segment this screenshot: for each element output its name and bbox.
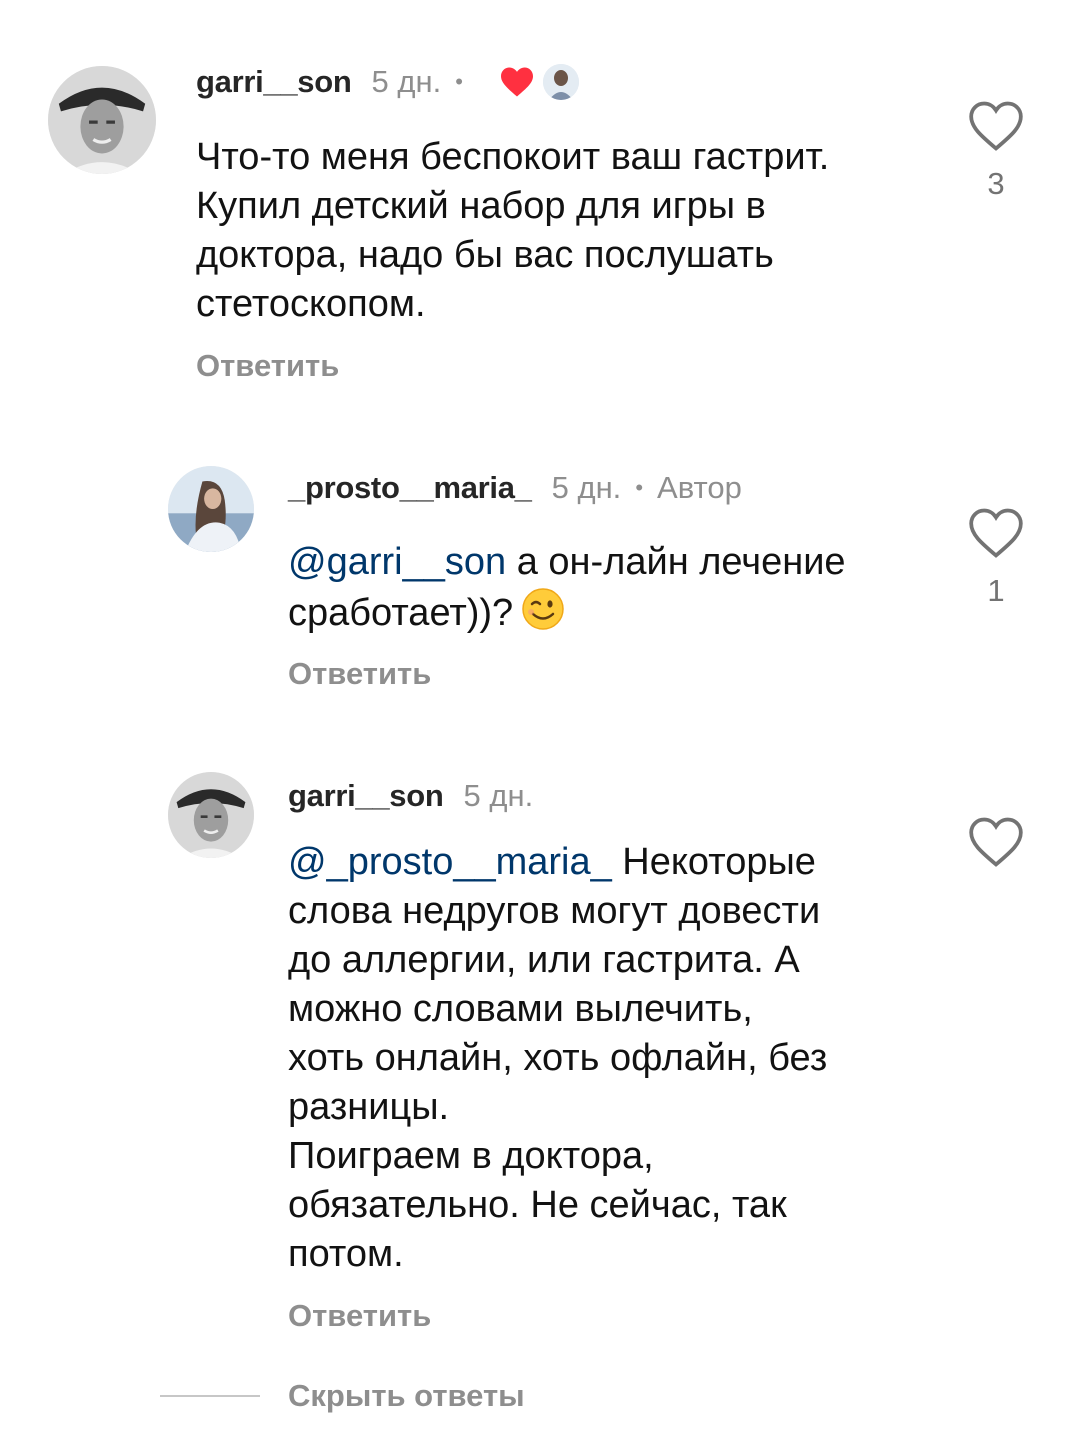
divider-line <box>160 1395 260 1397</box>
heart-outline-icon[interactable] <box>967 100 1025 152</box>
separator-dot: • <box>635 475 644 500</box>
user-photo <box>48 66 156 174</box>
comment-time: 5 дн. <box>551 470 622 505</box>
comment-username[interactable]: _prosto__maria_ <box>288 470 532 506</box>
reply-button[interactable]: Ответить <box>288 1298 431 1334</box>
comment-time: 5 дн. <box>463 778 534 813</box>
hide-replies-label[interactable]: Скрыть ответы <box>288 1378 525 1414</box>
avatar[interactable] <box>48 66 156 174</box>
mention-link[interactable]: @_prosto__maria_ <box>288 841 612 883</box>
hide-replies-button[interactable]: Скрыть ответы <box>160 1378 525 1414</box>
author-avatar-small <box>542 64 579 100</box>
comment-body: Некоторые слова недругов могут довести д… <box>288 841 828 1275</box>
avatar[interactable] <box>168 466 254 552</box>
like-count: 1 <box>987 573 1005 608</box>
like-button[interactable]: 1 <box>966 507 1026 609</box>
comment-username[interactable]: garri__son <box>196 64 352 100</box>
comment-time: 5 дн. <box>371 64 442 99</box>
author-badge: Автор <box>657 470 742 505</box>
like-button[interactable]: 3 <box>966 100 1026 202</box>
heart-outline-icon[interactable] <box>967 507 1025 559</box>
heart-filled-icon <box>500 67 533 97</box>
reply-button[interactable]: Ответить <box>196 348 339 384</box>
reply-button[interactable]: Ответить <box>288 656 431 692</box>
like-count: 3 <box>987 166 1005 201</box>
comment-username[interactable]: garri__son <box>288 778 444 814</box>
user-photo <box>168 466 254 552</box>
like-button[interactable] <box>966 816 1026 868</box>
winking-face-emoji <box>522 588 564 630</box>
heart-outline-icon[interactable] <box>967 816 1025 868</box>
comment-text: Что-то меня беспокоит ваш гастрит. Купил… <box>196 136 830 325</box>
comment-text: @_prosto__maria_ Некоторые слова недруго… <box>288 838 948 1279</box>
separator-dot: • <box>455 69 463 94</box>
mention-link[interactable]: @garri__son <box>288 541 506 583</box>
user-photo <box>168 772 254 858</box>
avatar[interactable] <box>168 772 254 858</box>
comment-text: @garri__son а он-лайн лечение сработает)… <box>288 538 928 638</box>
